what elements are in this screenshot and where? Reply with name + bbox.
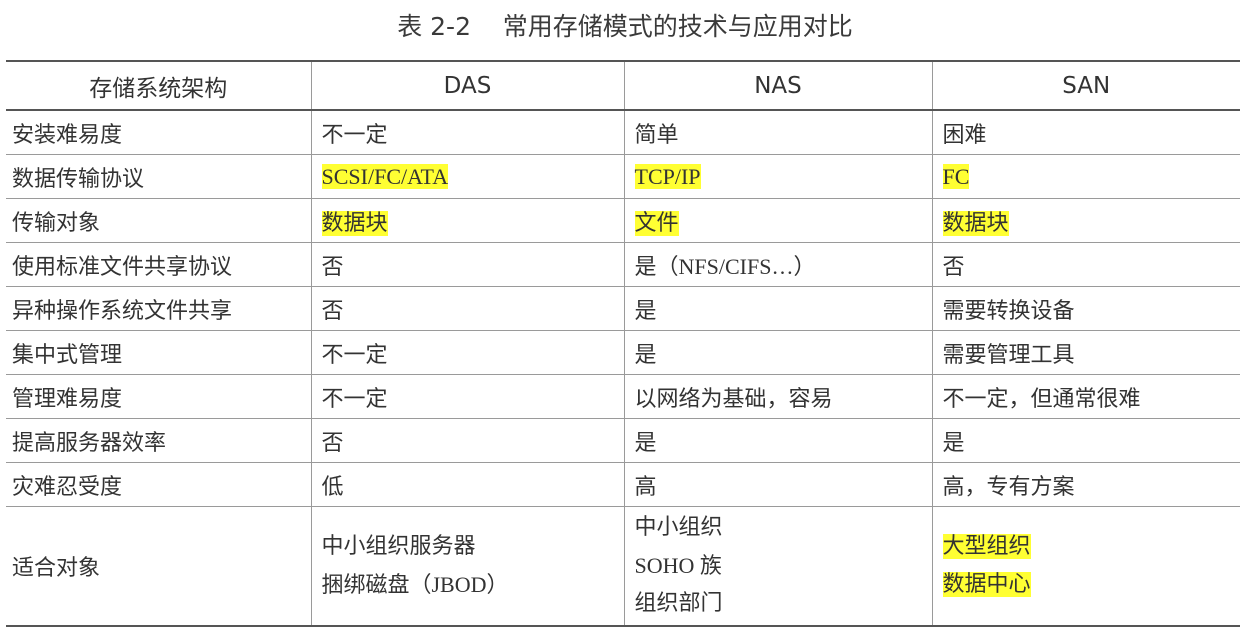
row-label: 异种操作系统文件共享 [6, 286, 312, 331]
table-row: 传输对象 数据块 文件 数据块 [6, 198, 1240, 243]
nas-cell: 是 [623, 330, 933, 375]
header-das: DAS [310, 60, 625, 111]
highlighted-text: 数据中心 [942, 572, 1031, 597]
san-cell: 困难 [931, 109, 1240, 155]
table-row: 集中式管理 不一定 是 需要管理工具 [6, 330, 1240, 375]
highlighted-text: 数据块 [321, 210, 388, 236]
header-nas: NAS [623, 60, 933, 111]
header-architecture: 存储系统架构 [6, 60, 312, 111]
das-cell: 否 [310, 286, 625, 331]
san-cell: 大型组织 数据中心 [931, 506, 1240, 627]
row-label: 适合对象 [6, 506, 312, 627]
row-label: 数据传输协议 [6, 154, 312, 199]
highlighted-text: 文件 [634, 210, 679, 236]
cell-line: 中小组织服务器 [321, 534, 476, 559]
highlighted-text: 数据块 [942, 210, 1009, 236]
das-cell: 否 [310, 242, 625, 287]
das-cell: 不一定 [310, 330, 625, 375]
highlighted-text: TCP/IP [634, 163, 701, 189]
das-cell: 中小组织服务器 捆绑磁盘（JBOD） [310, 506, 625, 627]
nas-cell: 以网络为基础，容易 [623, 374, 933, 419]
nas-cell: 是（NFS/CIFS…） [623, 242, 933, 287]
san-cell: 高，专有方案 [931, 462, 1240, 507]
header-san: SAN [931, 60, 1240, 111]
row-label: 管理难易度 [6, 374, 312, 419]
comparison-table: 存储系统架构 DAS NAS SAN 安装难易度 不一定 简单 困难 数据传输协… [6, 60, 1240, 627]
das-cell: 否 [310, 418, 625, 463]
table-row: 数据传输协议 SCSI/FC/ATA TCP/IP FC [6, 154, 1240, 199]
san-cell: FC [931, 154, 1240, 199]
san-cell: 否 [931, 242, 1240, 287]
row-label: 集中式管理 [6, 330, 312, 375]
das-cell: 不一定 [310, 109, 625, 155]
highlighted-text: SCSI/FC/ATA [321, 163, 449, 189]
table-row: 灾难忍受度 低 高 高，专有方案 [6, 462, 1240, 507]
san-cell: 需要转换设备 [931, 286, 1240, 331]
row-label: 提高服务器效率 [6, 418, 312, 463]
table-caption: 表 2-2 常用存储模式的技术与应用对比 [397, 12, 853, 41]
nas-cell: 文件 [623, 198, 933, 243]
cell-line: 中小组织 [634, 515, 723, 540]
highlighted-text: 大型组织 [942, 534, 1031, 559]
table-row: 异种操作系统文件共享 否 是 需要转换设备 [6, 286, 1240, 331]
table-row: 提高服务器效率 否 是 是 [6, 418, 1240, 463]
highlighted-text: FC [942, 163, 970, 189]
san-cell: 是 [931, 418, 1240, 463]
san-cell: 需要管理工具 [931, 330, 1240, 375]
san-cell: 数据块 [931, 198, 1240, 243]
table-row: 使用标准文件共享协议 否 是（NFS/CIFS…） 否 [6, 242, 1240, 287]
nas-cell: 是 [623, 286, 933, 331]
das-cell: 低 [310, 462, 625, 507]
table-header-row: 存储系统架构 DAS NAS SAN [6, 60, 1240, 111]
san-cell: 不一定，但通常很难 [931, 374, 1240, 419]
row-label: 安装难易度 [6, 109, 312, 155]
row-label: 灾难忍受度 [6, 462, 312, 507]
das-cell: SCSI/FC/ATA [310, 154, 625, 199]
row-label: 传输对象 [6, 198, 312, 243]
nas-cell: 是 [623, 418, 933, 463]
row-label: 使用标准文件共享协议 [6, 242, 312, 287]
nas-cell: 简单 [623, 109, 933, 155]
das-cell: 不一定 [310, 374, 625, 419]
nas-cell: 高 [623, 462, 933, 507]
cell-line: 组织部门 [634, 591, 723, 616]
cell-line: SOHO 族 [634, 553, 722, 578]
table-row: 安装难易度 不一定 简单 困难 [6, 109, 1240, 155]
nas-cell: 中小组织 SOHO 族 组织部门 [623, 506, 933, 627]
table-row: 适合对象 中小组织服务器 捆绑磁盘（JBOD） 中小组织 SOHO 族 组织部门… [6, 506, 1240, 627]
nas-cell: TCP/IP [623, 154, 933, 199]
cell-line: 捆绑磁盘（JBOD） [321, 572, 509, 597]
das-cell: 数据块 [310, 198, 625, 243]
table-row: 管理难易度 不一定 以网络为基础，容易 不一定，但通常很难 [6, 374, 1240, 419]
